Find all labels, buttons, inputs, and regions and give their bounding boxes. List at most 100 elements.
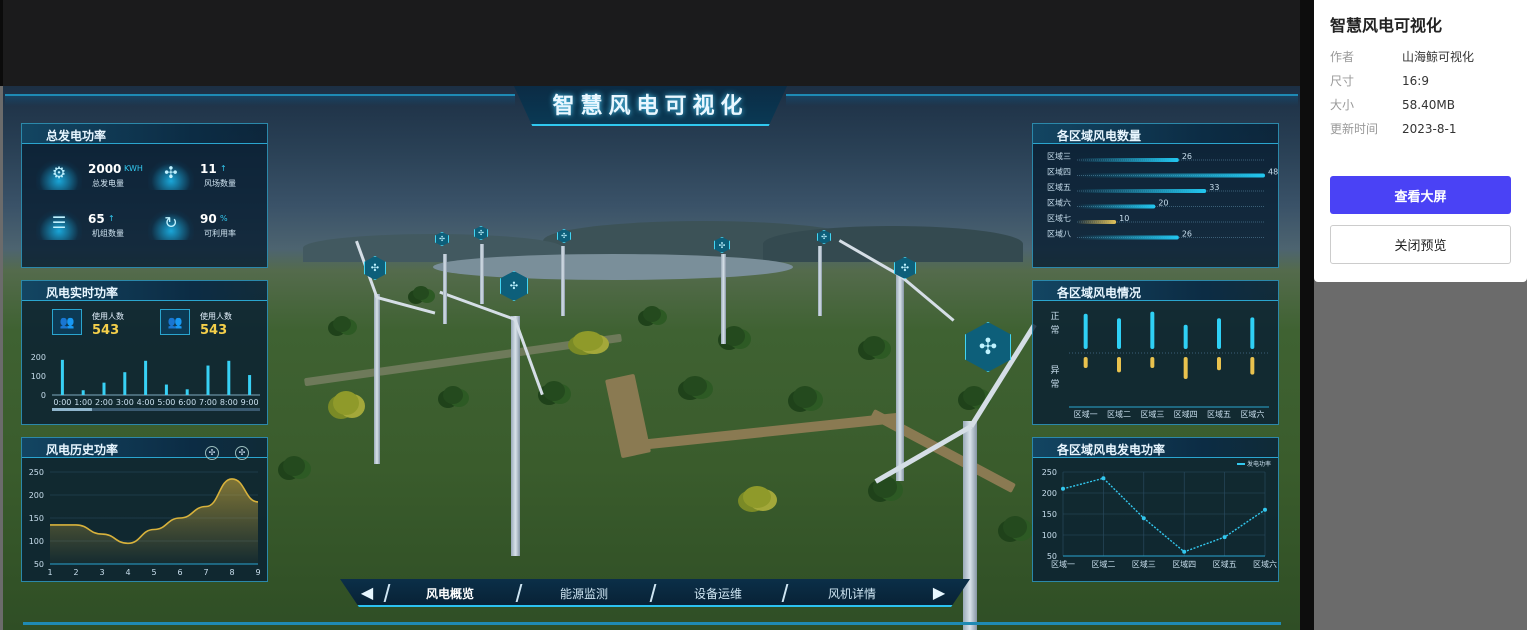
abnormal-label-1: 异 [1050, 365, 1059, 376]
x-tick-label: 3 [99, 568, 104, 577]
wind-turbine [963, 421, 977, 630]
value-label: 33 [1209, 183, 1219, 192]
region-status-panel: 各区域风电情况 正常异常区域一 区域二 区域三 区域四 区域五 区域六 [1032, 280, 1279, 425]
x-tick-label: 8 [229, 568, 234, 577]
bar [102, 382, 106, 395]
x-tick-label: 4:00 [137, 398, 155, 407]
abnormal-bar [1217, 357, 1221, 371]
x-tick-label: 1 [47, 568, 52, 577]
mountain [763, 226, 1023, 262]
bar [1077, 204, 1156, 209]
x-tick-label: 9:00 [241, 398, 259, 407]
x-tick-label: 2:00 [95, 398, 113, 407]
x-tick-label: 区域四 [1172, 559, 1196, 569]
value-label: 26 [1182, 230, 1192, 239]
dashboard-preview: ✣ ✣ ✣ ✣ ✣ ✣ ✣ ✣ ✣ 智慧风电可视化 总发电功率 ⚙ 2000 KWH… [3, 86, 1300, 630]
y-tick-label: 150 [29, 514, 44, 523]
bar [185, 389, 189, 395]
header-line-left [5, 94, 515, 106]
info-key: 大小 [1330, 98, 1355, 112]
dashboard-title: 智慧风电可视化 [552, 94, 749, 119]
normal-bar [1117, 318, 1121, 349]
nav-tab-energy[interactable]: 能源监测 [560, 585, 608, 602]
data-point [1101, 476, 1106, 481]
x-tick-label: 8:00 [220, 398, 238, 407]
wind-turbine [561, 246, 565, 316]
nav-separator [515, 584, 523, 602]
stat-value: 2000 [88, 162, 122, 176]
card-value: 543 [200, 323, 228, 338]
abnormal-bar [1183, 357, 1188, 379]
x-tick-label: 区域二 [1091, 559, 1115, 569]
panel-title: 各区域风电发电功率 [1057, 443, 1166, 457]
wind-turbine [480, 244, 484, 304]
x-tick-label: 4 [125, 568, 130, 577]
y-tick-label: 50 [34, 560, 44, 569]
x-tick-label: 区域六 [1253, 559, 1277, 569]
x-tick-label: 6:00 [178, 398, 196, 407]
panel-title: 各区域风电情况 [1057, 286, 1142, 300]
panel-title: 风电历史功率 [46, 443, 119, 457]
x-tick-label: 区域三 [1132, 559, 1156, 569]
realtime-bar-chart: 200 100 0 0:00 1:00 2:00 3:00 4:00 5:00 6:00 7:00 8… [31, 353, 260, 411]
bar [1077, 173, 1265, 178]
nav-prev-arrow-icon[interactable]: ◀ [354, 581, 380, 603]
y-tick-label: 200 [31, 353, 46, 362]
region-power-panel: 各区域风电发电功率 发电功率 250 200 150 100 50 区域一 区域二 区域三 区域四… [1032, 437, 1279, 582]
users-icon: 👥 [160, 309, 190, 335]
stat-label: 总发电量 [92, 179, 124, 188]
wind-turbine [443, 254, 447, 324]
wind-turbine-icon[interactable]: ✣ [235, 446, 249, 460]
view-dashboard-button[interactable]: 查看大屏 [1330, 176, 1511, 214]
y-tick-label: 250 [1042, 468, 1057, 477]
nav-separator [383, 584, 391, 602]
y-tick-label: 0 [41, 391, 46, 400]
info-row-updated: 更新时间 2023-8-1 [1330, 120, 1520, 137]
wind-turbine-icon[interactable]: ✣ [205, 446, 219, 460]
card-label: 使用人数 [92, 312, 124, 321]
stat-unit: % [220, 214, 228, 223]
normal-bar [1083, 313, 1088, 349]
stat-unit: KWH [124, 164, 143, 173]
x-tick-label: 区域四 [1174, 409, 1198, 419]
nav-tab-maintenance[interactable]: 设备运维 [694, 585, 742, 602]
wind-turbine [896, 271, 904, 481]
region-status-chart: 正常异常区域一 区域二 区域三 区域四 区域五 区域六 [1050, 311, 1269, 419]
bottom-nav: ◀ ▶ 风电概览 能源监测 设备运维 风机详情 [340, 579, 970, 607]
tree [573, 331, 603, 351]
close-preview-button[interactable]: 关闭预览 [1330, 225, 1511, 264]
bar [81, 390, 85, 395]
nav-tab-overview[interactable]: 风电概览 [426, 585, 474, 602]
nav-tab-turbine-detail[interactable]: 风机详情 [828, 585, 876, 602]
category-label: 区域五 [1047, 182, 1071, 192]
stat-label: 风场数量 [204, 179, 236, 188]
stat-unit: ↑ [108, 214, 115, 223]
abnormal-label-2: 常 [1050, 378, 1059, 390]
wind-turbine [818, 246, 822, 316]
panel-header: 风电实时功率 [22, 281, 267, 301]
tree [863, 336, 885, 356]
turbine-marker-icon[interactable]: ✣ [965, 322, 1011, 372]
bar [164, 384, 168, 395]
tree [443, 386, 463, 404]
nav-next-arrow-icon[interactable]: ▶ [926, 581, 952, 603]
value-label: 20 [1158, 199, 1168, 208]
stat-value: 11 [200, 162, 217, 176]
data-point [1222, 535, 1227, 540]
abnormal-bar [1117, 357, 1121, 373]
normal-bar [1217, 318, 1221, 349]
panel-title: 总发电功率 [46, 129, 107, 143]
tree [413, 286, 429, 300]
info-value: 2023-8-1 [1402, 122, 1457, 136]
x-tick-label: 区域五 [1207, 409, 1231, 419]
y-tick-label: 200 [29, 491, 44, 500]
card-value: 543 [92, 323, 120, 338]
tree [743, 486, 771, 508]
tree [1003, 516, 1027, 538]
y-tick-label: 100 [31, 372, 46, 381]
bar [144, 360, 148, 395]
x-tick-label: 6 [177, 568, 182, 577]
x-tick-label: 5:00 [157, 398, 175, 407]
y-tick-label: 250 [29, 468, 44, 477]
bar [1077, 158, 1179, 162]
